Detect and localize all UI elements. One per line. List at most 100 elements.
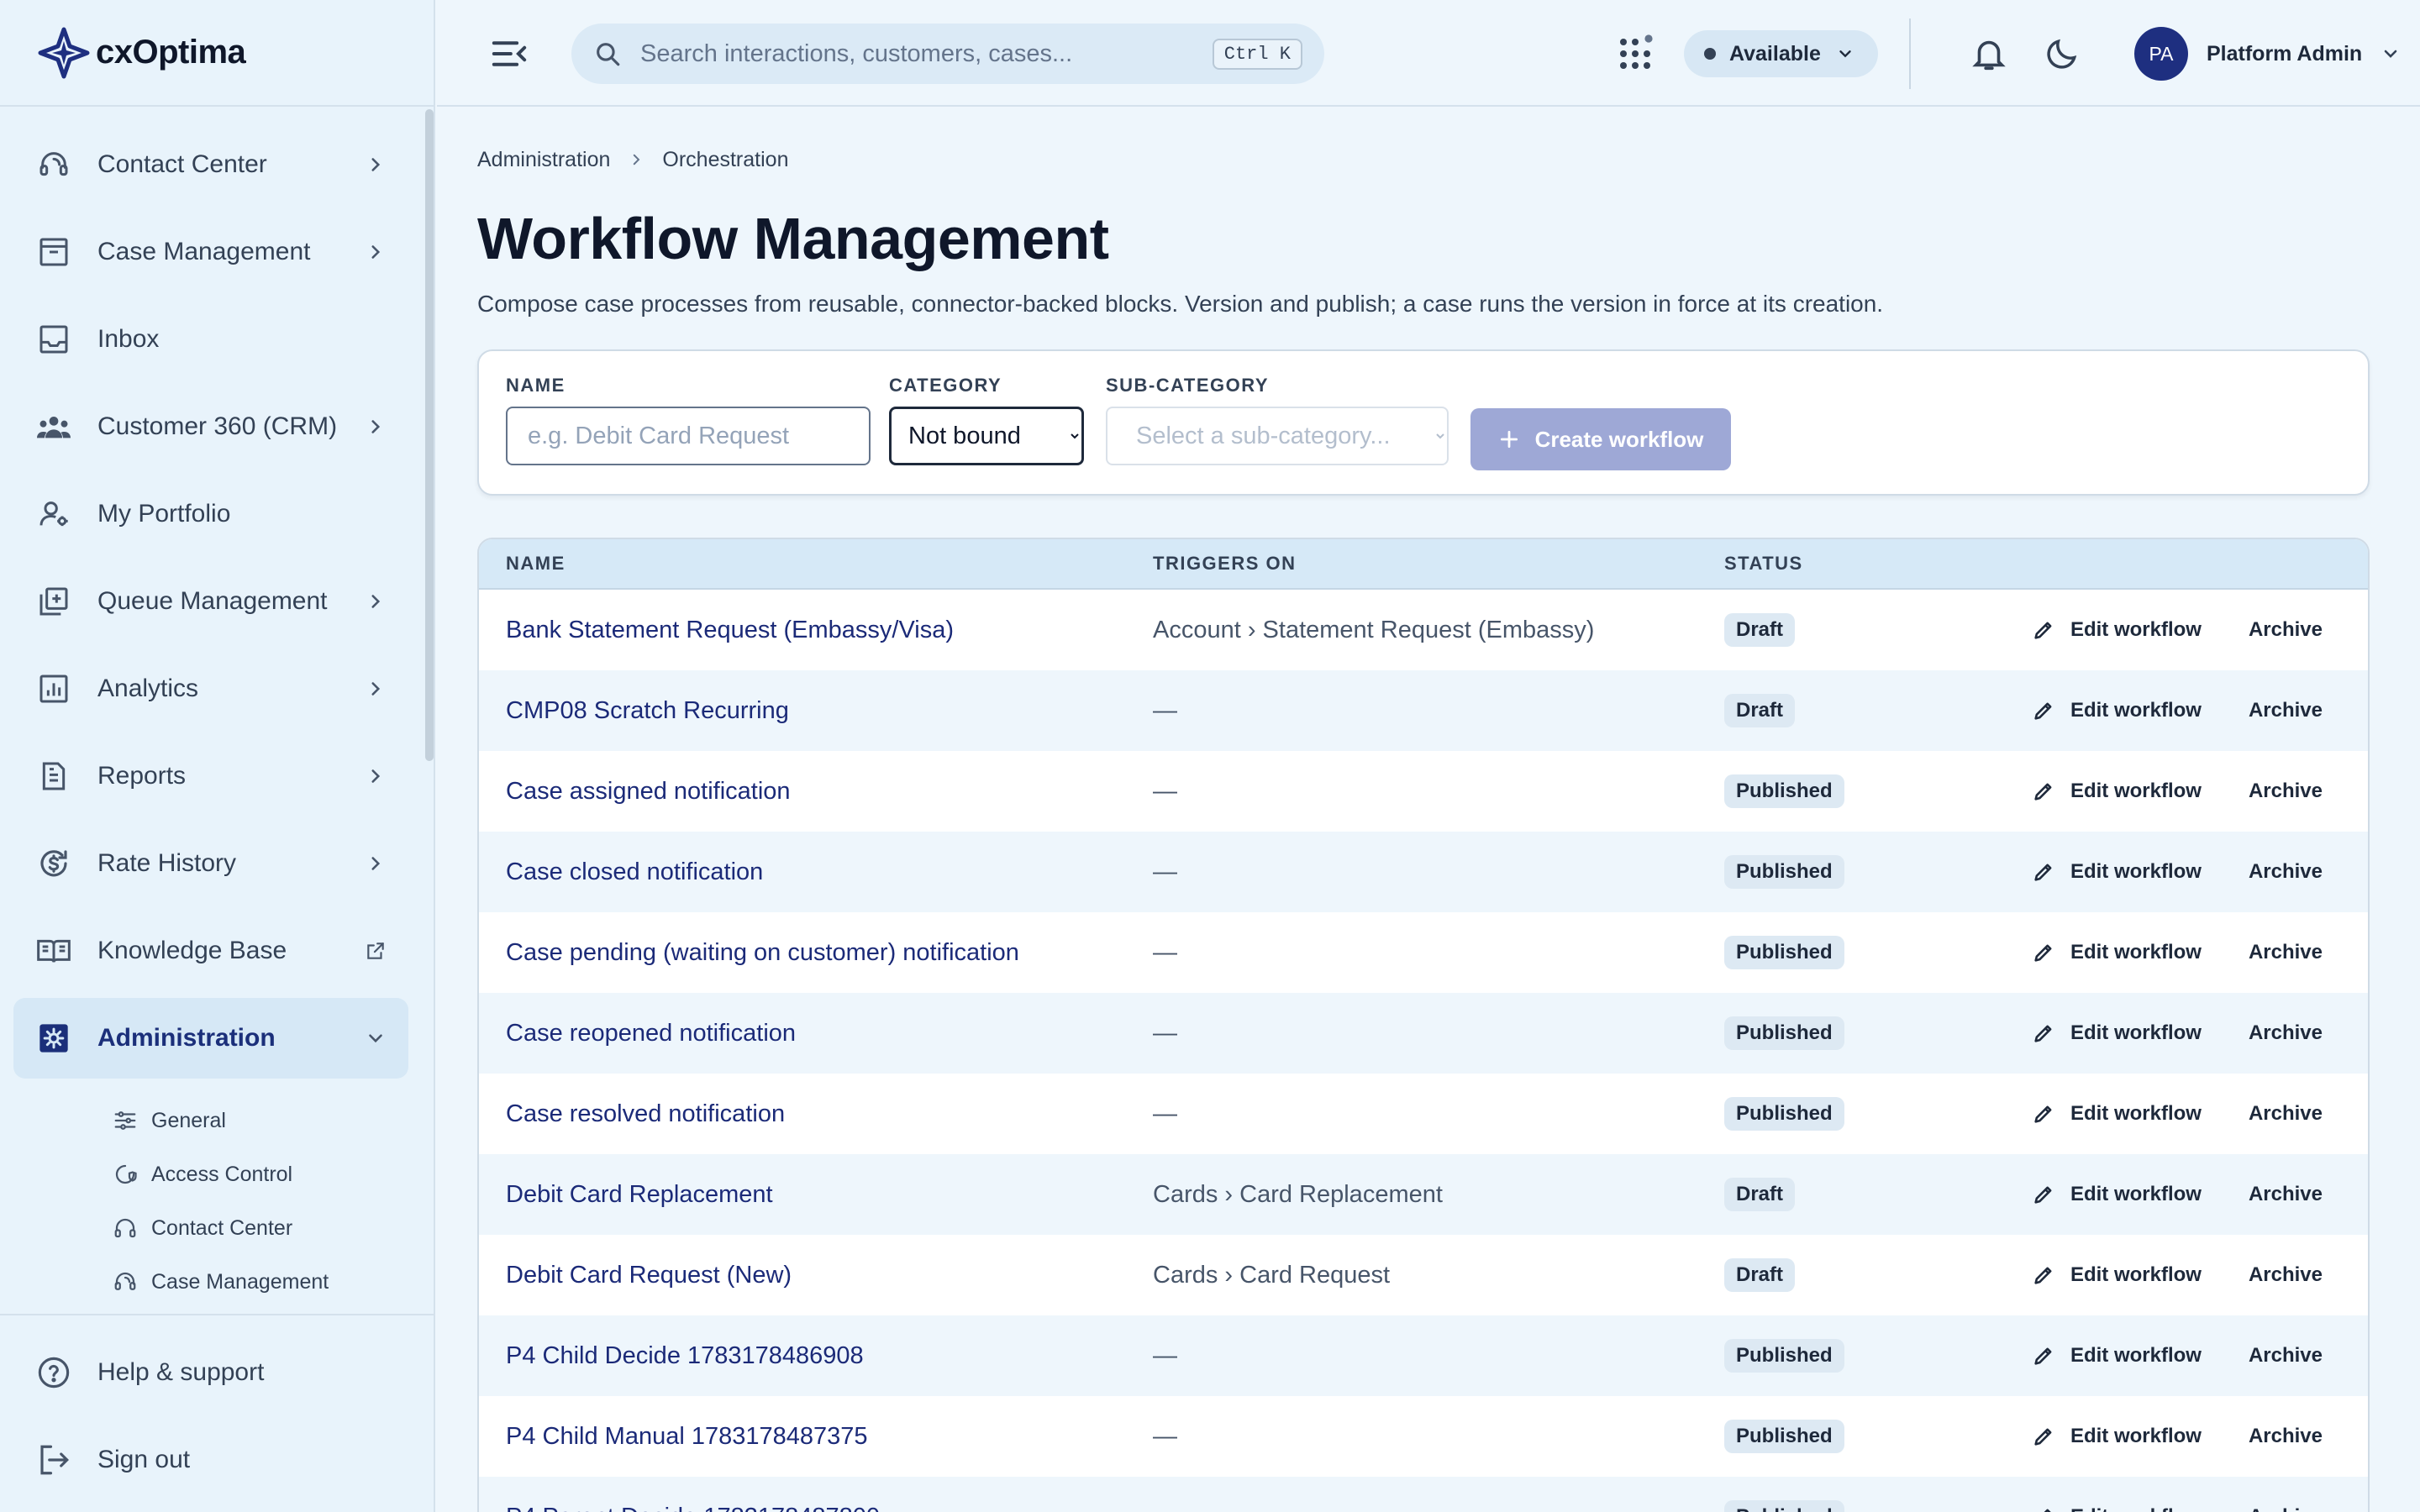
workflow-name-link[interactable]: Bank Statement Request (Embassy/Visa) [479, 617, 1153, 644]
table-row[interactable]: Bank Statement Request (Embassy/Visa) Acc… [479, 590, 2368, 670]
sidebar-item-rate-history[interactable]: Rate History [13, 823, 408, 904]
edit-workflow-button[interactable]: Edit workflow [2032, 1102, 2202, 1126]
sidebar-subitem-case-management[interactable]: Case Management [0, 1255, 422, 1309]
archive-button[interactable]: Archive [2249, 1344, 2323, 1368]
workflow-name-link[interactable]: Case resolved notification [479, 1100, 1153, 1128]
workflow-name-link[interactable]: Debit Card Request (New) [479, 1262, 1153, 1289]
edit-workflow-button[interactable]: Edit workflow [2032, 780, 2202, 803]
workflow-trigger: — [1153, 1019, 1177, 1047]
help-support-label: Help & support [97, 1358, 265, 1386]
workflow-name-link[interactable]: Debit Card Replacement [479, 1181, 1153, 1209]
sidebar-item-analytics[interactable]: Analytics [13, 648, 408, 729]
sidebar-subitem-access-control[interactable]: Access Control [0, 1147, 422, 1201]
search-input[interactable] [640, 39, 1213, 68]
sidebar-item-inbox[interactable]: Inbox [13, 299, 408, 380]
availability-status-button[interactable]: Available [1684, 30, 1878, 77]
archive-button[interactable]: Archive [2249, 1102, 2323, 1126]
sidebar-item-administration[interactable]: Administration [13, 998, 408, 1079]
status-badge: Published [1724, 1339, 1844, 1373]
edit-workflow-button[interactable]: Edit workflow [2032, 1344, 2202, 1368]
table-row[interactable]: Case reopened notification — Published Edit… [479, 993, 2368, 1074]
sidebar-subitem-contact-center[interactable]: Contact Center [0, 1201, 422, 1255]
sidebar-item-contact-center[interactable]: Contact Center [13, 124, 408, 205]
column-header-name[interactable]: NAME [479, 553, 1153, 575]
dialpad-icon[interactable] [1613, 32, 1657, 76]
workflow-name-input[interactable] [506, 407, 871, 465]
sidebar-item-my-portfolio[interactable]: My Portfolio [13, 474, 408, 554]
table-row[interactable]: Debit Card Replacement Cards › Card Repla… [479, 1154, 2368, 1235]
table-row[interactable]: CMP08 Scratch Recurring — Draft Edit workfl… [479, 670, 2368, 751]
breadcrumb-administration[interactable]: Administration [477, 148, 610, 172]
help-circle-icon [35, 1354, 72, 1391]
column-header-status[interactable]: STATUS [1724, 553, 1988, 575]
workflow-name-link[interactable]: Case assigned notification [479, 778, 1153, 806]
workflow-name-link[interactable]: Case closed notification [479, 858, 1153, 886]
menu-collapse-icon[interactable] [491, 37, 528, 71]
sign-out-link[interactable]: Sign out [13, 1420, 420, 1500]
archive-button[interactable]: Archive [2249, 941, 2323, 964]
chevron-right-icon [371, 682, 381, 696]
table-row[interactable]: Case assigned notification — Published Edit… [479, 751, 2368, 832]
edit-workflow-button[interactable]: Edit workflow [2032, 699, 2202, 722]
workflow-name-link[interactable]: Case pending (waiting on customer) notif… [479, 939, 1153, 967]
archive-button[interactable]: Archive [2249, 699, 2323, 722]
global-search[interactable]: Ctrl K [571, 24, 1324, 84]
sidebar-item-customer-360[interactable]: Customer 360 (CRM) [13, 386, 408, 467]
row-actions: Edit workflow Archive [1988, 699, 2368, 722]
notifications-bell-icon[interactable] [1970, 34, 2008, 74]
chevron-down-icon [1839, 50, 1851, 58]
archive-button[interactable]: Archive [2249, 1505, 2323, 1512]
workflow-name-link[interactable]: Case reopened notification [479, 1020, 1153, 1047]
edit-workflow-button[interactable]: Edit workflow [2032, 1183, 2202, 1206]
column-header-triggers-on[interactable]: TRIGGERS ON [1153, 553, 1724, 575]
workflow-name-link[interactable]: CMP08 Scratch Recurring [479, 697, 1153, 725]
help-support-link[interactable]: Help & support [13, 1332, 420, 1413]
edit-workflow-button[interactable]: Edit workflow [2032, 860, 2202, 884]
archive-button[interactable]: Archive [2249, 1425, 2323, 1448]
sidebar-subitem-general[interactable]: General [0, 1094, 422, 1147]
archive-button[interactable]: Archive [2249, 860, 2323, 884]
edit-workflow-button[interactable]: Edit workflow [2032, 1021, 2202, 1045]
workflow-name-link[interactable]: P4 Child Decide 1783178486908 [479, 1342, 1153, 1370]
sidebar-item-knowledge-base[interactable]: Knowledge Base [13, 911, 408, 991]
sidebar-scrollbar[interactable] [425, 109, 434, 761]
archive-button[interactable]: Archive [2249, 1263, 2323, 1287]
shield-icon [115, 1164, 137, 1184]
table-row[interactable]: Case pending (waiting on customer) notif… [479, 912, 2368, 993]
sidebar-item-queue-management[interactable]: Queue Management [13, 561, 408, 642]
workflow-name-link[interactable]: P4 Parent Decide 1783178487800 [479, 1504, 1153, 1512]
table-row[interactable]: Case closed notification — Published Edit w… [479, 832, 2368, 912]
edit-workflow-button[interactable]: Edit workflow [2032, 941, 2202, 964]
edit-workflow-button[interactable]: Edit workflow [2032, 1425, 2202, 1448]
workflow-trigger: Cards › Card Replacement [1153, 1180, 1443, 1208]
archive-button[interactable]: Archive [2249, 1183, 2323, 1206]
table-row[interactable]: P4 Child Manual 1783178487375— Published E… [479, 1396, 2368, 1477]
category-select[interactable]: Not bound [889, 407, 1084, 465]
dark-mode-moon-icon[interactable] [2044, 35, 2081, 72]
row-actions: Edit workflow Archive [1988, 1425, 2368, 1448]
table-row[interactable]: Case resolved notification — Published Edit… [479, 1074, 2368, 1154]
sidebar-item-label: Analytics [97, 675, 199, 702]
plus-icon [1500, 430, 1518, 449]
table-row[interactable]: Debit Card Request (New) Cards › Card Req… [479, 1235, 2368, 1315]
brand[interactable]: cxOptima [0, 0, 434, 107]
edit-workflow-button[interactable]: Edit workflow [2032, 1263, 2202, 1287]
user-menu[interactable]: PA Platform Admin [2134, 27, 2401, 81]
table-row[interactable]: P4 Parent Decide 1783178487800—Published… [479, 1477, 2368, 1512]
edit-workflow-button[interactable]: Edit workflow [2032, 618, 2202, 642]
status-dot [1704, 48, 1716, 60]
edit-workflow-button[interactable]: Edit workflow [2032, 1505, 2202, 1512]
pencil-icon [2044, 1509, 2051, 1512]
pencil-icon [2034, 864, 2052, 881]
sidebar-item-reports[interactable]: Reports [13, 736, 408, 816]
create-workflow-button[interactable]: Create workflow [1470, 408, 1731, 470]
edit-workflow-label: Edit workflow [2070, 1425, 2202, 1447]
sidebar-item-case-management[interactable]: Case Management [13, 212, 408, 292]
subcategory-select[interactable]: Select a sub-category... [1106, 407, 1449, 465]
archive-button[interactable]: Archive [2249, 780, 2323, 803]
archive-button[interactable]: Archive [2249, 618, 2323, 642]
workflow-name-link[interactable]: P4 Child Manual 1783178487375 [479, 1423, 1153, 1451]
page-title: Workflow Management [477, 206, 1109, 271]
archive-button[interactable]: Archive [2249, 1021, 2323, 1045]
table-row[interactable]: P4 Child Decide 1783178486908— Published E… [479, 1315, 2368, 1396]
